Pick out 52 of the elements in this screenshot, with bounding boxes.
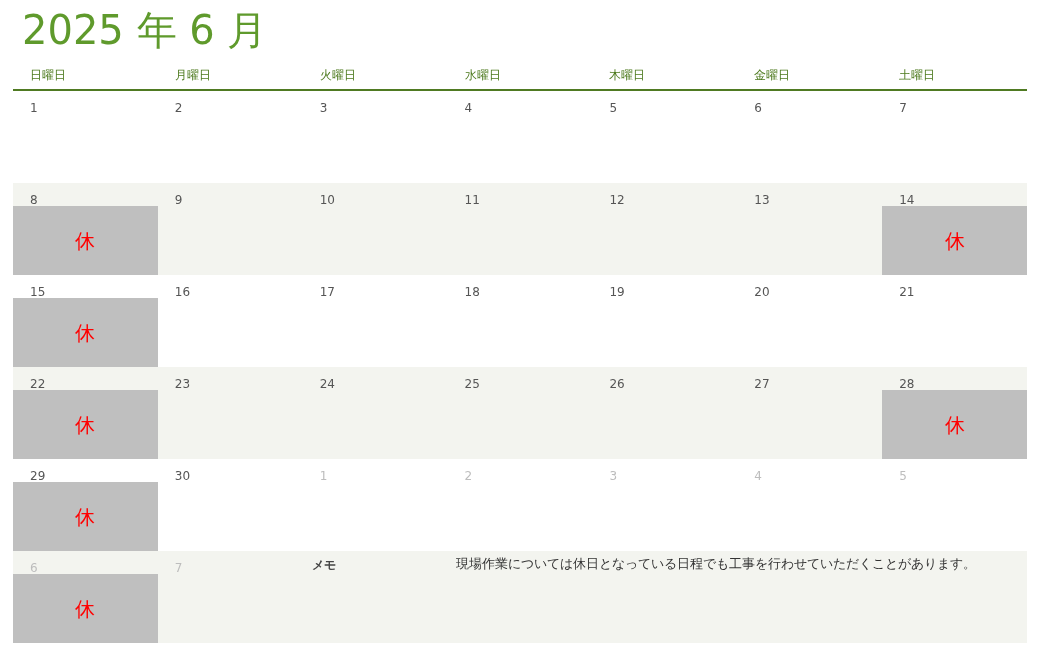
month-title: 2025 年 6 月: [22, 10, 269, 50]
day-number: 6: [753, 100, 763, 114]
day-number: 2: [463, 468, 474, 482]
day-number: 23: [173, 376, 192, 390]
weekday-header: 木曜日: [608, 67, 647, 84]
day-number: 14: [898, 192, 916, 206]
day-number: 25: [463, 376, 481, 390]
day-number: 2: [173, 100, 184, 114]
holiday-marker: 休: [882, 206, 1027, 275]
day-number: 16: [173, 284, 192, 298]
holiday-marker: 休: [13, 298, 158, 367]
weekday-header: 火曜日: [318, 67, 357, 84]
day-number: 24: [318, 376, 336, 390]
day-number: 17: [318, 284, 336, 298]
day-number: 5: [898, 468, 908, 482]
holiday-marker: 休: [13, 574, 158, 643]
day-number: 8: [29, 192, 39, 206]
day-number: 10: [318, 192, 336, 206]
weekday-header: 水曜日: [463, 67, 502, 84]
day-number: 30: [173, 468, 192, 482]
day-number: 29: [29, 468, 47, 482]
day-number: 7: [898, 100, 908, 114]
day-number: 4: [463, 100, 474, 114]
day-number: 1: [318, 468, 329, 482]
weekday-header: 月曜日: [173, 67, 212, 84]
day-number: 20: [753, 284, 771, 298]
day-number: 15: [29, 284, 47, 298]
day-number: 27: [753, 376, 771, 390]
day-number: 13: [753, 192, 771, 206]
holiday-marker: 休: [882, 390, 1027, 459]
day-number: 21: [898, 284, 916, 298]
weekday-header: 日曜日: [29, 67, 67, 84]
day-number: 18: [463, 284, 481, 298]
day-number: 1: [29, 100, 39, 114]
day-number: 22: [29, 376, 47, 390]
memo-label: メモ: [310, 557, 337, 574]
day-number: 3: [318, 100, 329, 114]
day-number: 11: [463, 192, 481, 206]
holiday-marker: 休: [13, 206, 158, 275]
holiday-marker: 休: [13, 482, 158, 551]
day-number: 4: [753, 468, 763, 482]
day-number: 12: [608, 192, 626, 206]
day-number: 3: [608, 468, 619, 482]
day-number: 5: [608, 100, 619, 114]
day-number: 26: [608, 376, 626, 390]
day-number: 19: [608, 284, 626, 298]
weekday-header: 土曜日: [898, 67, 937, 84]
memo-text: 現場作業については休日となっている日程でも工事を行わせていただくことがあります。: [454, 555, 977, 573]
day-number: 9: [173, 192, 184, 206]
holiday-marker: 休: [13, 390, 158, 459]
day-number: 28: [898, 376, 916, 390]
weekday-header: 金曜日: [753, 67, 792, 84]
